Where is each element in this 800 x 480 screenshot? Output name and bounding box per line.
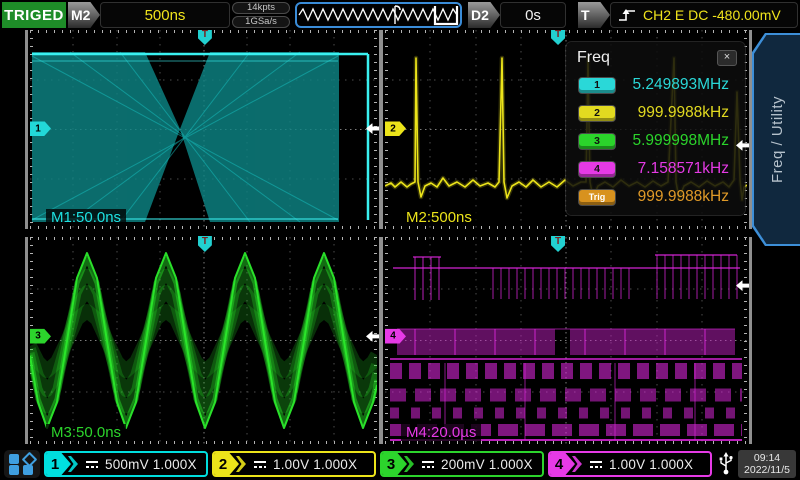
window-m4-timebase-label: M4:20.0µs xyxy=(401,424,481,441)
trigger-settings-readout[interactable]: CH2 E DC -480.00mV xyxy=(610,2,798,28)
channel-3-status[interactable]: 3 200mV 1.000X xyxy=(380,451,544,477)
sample-rate: 1GSa/s xyxy=(232,16,290,28)
ch3-source-badge: 3 xyxy=(579,134,615,149)
window-m4[interactable]: T 4 M4:20.0µs xyxy=(385,237,747,444)
oscilloscope-screen: TRIGED M2 500ns 14kpts 1GSa/s D2 0s T CH xyxy=(0,0,800,480)
delay-value: 0s xyxy=(525,7,541,24)
delay-ref-badge: D2 xyxy=(468,2,500,28)
dc-coupling-icon xyxy=(252,458,268,470)
window-m1[interactable]: T 1 M1:50.0ns xyxy=(30,30,377,229)
channel-3-settings: 200mV 1.000X xyxy=(441,457,533,472)
window-m1-timebase-label: M1:50.0ns xyxy=(46,209,126,226)
freq-panel: Freq × 1 5.249893MHz 2 999.9988kHz 3 5.9… xyxy=(566,42,745,215)
tab-freq-utility-label: Freq / Utility xyxy=(769,96,786,183)
bottom-status-bar: 1 500mV 1.000X 2 1.00V 1.000X 3 200mV 1.… xyxy=(0,448,800,480)
channel-3-badge: 3 xyxy=(382,453,407,475)
clock-time: 09:14 xyxy=(754,452,780,464)
channel-4-status[interactable]: 4 1.00V 1.000X xyxy=(548,451,712,477)
ch3-freq-value: 5.999998MHz xyxy=(615,132,745,150)
preview-waveform-icon xyxy=(297,4,460,26)
dc-coupling-icon xyxy=(84,458,100,470)
clock-date: 2022/11/5 xyxy=(744,464,790,476)
freq-row-ch3: 3 5.999998MHz xyxy=(566,127,745,155)
trigger-badge: T xyxy=(578,2,610,28)
menu-square-icon xyxy=(9,465,19,475)
channel-2-status[interactable]: 2 1.00V 1.000X xyxy=(212,451,376,477)
channel-4-settings: 1.00V 1.000X xyxy=(609,457,693,472)
ch2-source-badge: 2 xyxy=(579,106,615,121)
menu-square-icon xyxy=(9,454,19,464)
trig-freq-value: 999.9988kHz xyxy=(615,188,745,206)
acquisition-info: 14kpts 1GSa/s xyxy=(232,2,290,28)
menu-square-icon xyxy=(23,465,33,475)
window-m3[interactable]: T 3 M3:50.0ns xyxy=(30,237,377,444)
delay-readout[interactable]: 0s xyxy=(500,2,566,28)
ch3-waveform xyxy=(30,237,377,444)
horizontal-ref-badge: M2 xyxy=(68,2,100,28)
rising-edge-icon xyxy=(617,7,637,24)
ch4-waveform xyxy=(385,237,747,444)
tab-freq-utility-face: Freq / Utility xyxy=(754,35,800,244)
channel-2-badge: 2 xyxy=(214,453,239,475)
trigger-status-badge: TRIGED xyxy=(2,2,66,28)
window-m3-timebase-label: M3:50.0ns xyxy=(46,424,126,441)
close-icon[interactable]: × xyxy=(717,50,737,66)
trig-source-badge: Trig xyxy=(579,190,615,205)
memory-depth: 14kpts xyxy=(232,2,290,14)
channel-1-badge: 1 xyxy=(46,453,71,475)
ch1-freq-value: 5.249893MHz xyxy=(615,76,745,94)
dc-coupling-icon xyxy=(588,458,604,470)
channel-4-badge: 4 xyxy=(550,453,575,475)
app-menu-icon[interactable] xyxy=(4,450,40,478)
channel-1-settings: 500mV 1.000X xyxy=(105,457,197,472)
timebase-readout[interactable]: 500ns xyxy=(100,2,230,28)
window-m2-timebase-label: M2:500ns xyxy=(401,209,477,226)
tab-freq-utility[interactable]: Freq / Utility xyxy=(752,33,800,246)
ch4-freq-value: 7.158571kHz xyxy=(615,160,745,178)
trigger-condition-text: CH2 E DC -480.00mV xyxy=(643,7,781,23)
dc-coupling-icon xyxy=(420,458,436,470)
channel-2-settings: 1.00V 1.000X xyxy=(273,457,357,472)
usb-icon xyxy=(718,452,734,476)
freq-panel-header: Freq × xyxy=(566,42,745,71)
ch1-waveform xyxy=(30,30,377,229)
freq-row-ch4: 4 7.158571kHz xyxy=(566,155,745,183)
ch2-freq-value: 999.9988kHz xyxy=(615,104,745,122)
waveform-preview[interactable] xyxy=(295,2,462,28)
ch1-source-badge: 1 xyxy=(579,78,615,93)
freq-panel-title: Freq xyxy=(577,49,610,67)
timebase-value: 500ns xyxy=(145,7,186,24)
datetime-display: 09:14 2022/11/5 xyxy=(738,450,796,478)
freq-row-trig: Trig 999.9988kHz xyxy=(566,183,745,211)
freq-row-ch1: 1 5.249893MHz xyxy=(566,71,745,99)
freq-row-ch2: 2 999.9988kHz xyxy=(566,99,745,127)
top-status-bar: TRIGED M2 500ns 14kpts 1GSa/s D2 0s T CH xyxy=(0,0,800,30)
channel-1-status[interactable]: 1 500mV 1.000X xyxy=(44,451,208,477)
ch4-source-badge: 4 xyxy=(579,162,615,177)
